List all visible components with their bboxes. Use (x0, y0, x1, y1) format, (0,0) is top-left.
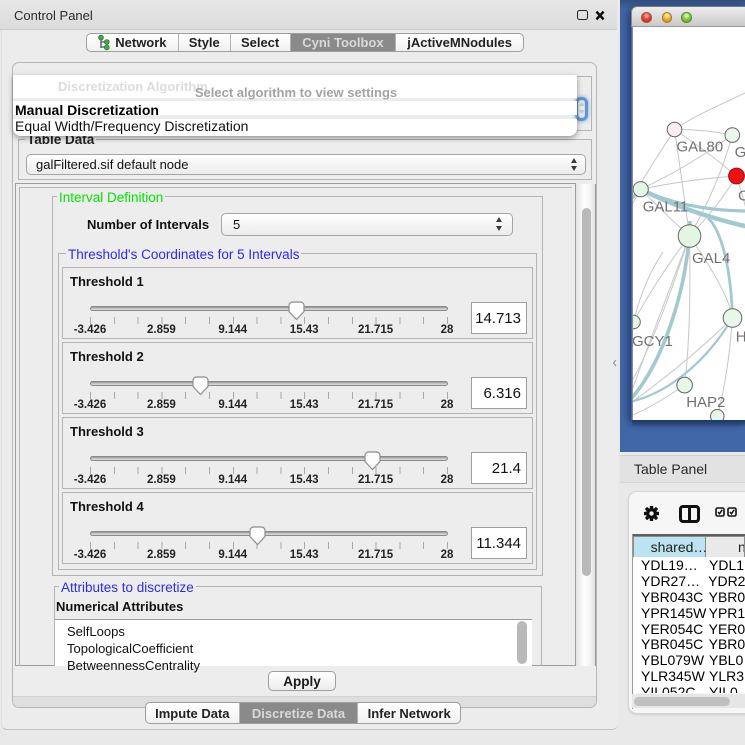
svg-text:GCY1: GCY1 (633, 333, 673, 350)
svg-text:HAP2: HAP2 (686, 394, 725, 411)
svg-text:GAL4: GAL4 (692, 250, 730, 267)
svg-text:GA: GA (735, 144, 745, 161)
svg-text:H: H (736, 329, 745, 346)
svg-text:C: C (738, 188, 745, 205)
svg-text:GAL11: GAL11 (643, 199, 689, 216)
svg-text:GAL80: GAL80 (677, 139, 724, 156)
